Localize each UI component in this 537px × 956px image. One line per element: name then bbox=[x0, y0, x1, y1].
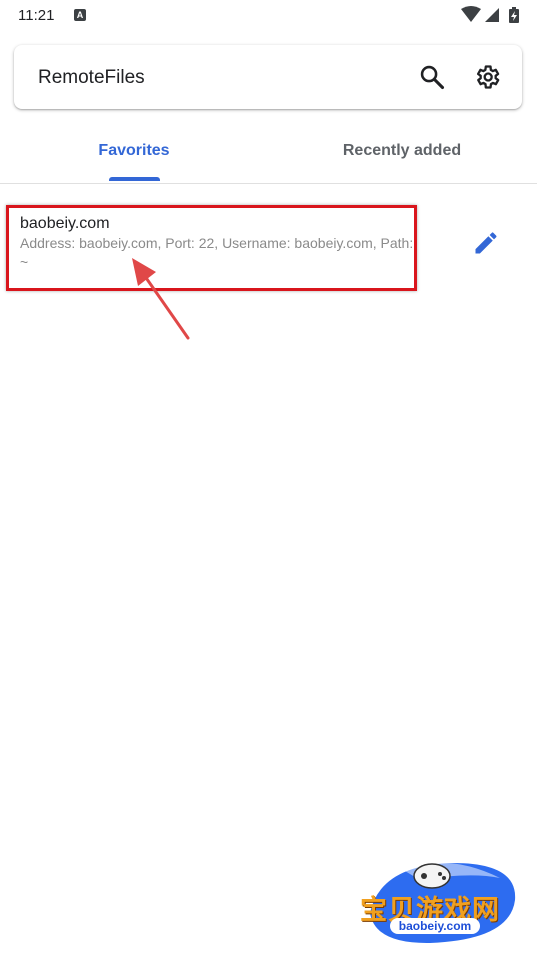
wifi-icon bbox=[461, 6, 481, 22]
edit-icon[interactable] bbox=[472, 229, 500, 257]
tab-recently-added[interactable]: Recently added bbox=[268, 122, 536, 182]
status-icons bbox=[461, 6, 519, 23]
tab-favorites[interactable]: Favorites bbox=[0, 122, 268, 182]
annotation-arrow bbox=[132, 258, 190, 340]
gamepad-icon bbox=[413, 863, 451, 889]
tab-indicator bbox=[109, 177, 160, 181]
app-bar: RemoteFiles bbox=[14, 45, 522, 109]
battery-icon bbox=[509, 7, 519, 23]
watermark-logo: 宝贝游戏网 baobeiy.com bbox=[360, 858, 520, 948]
signal-icon bbox=[485, 8, 499, 22]
app-title: RemoteFiles bbox=[38, 67, 145, 88]
watermark-url: baobeiy.com bbox=[390, 918, 480, 934]
status-time: 11:21 bbox=[18, 7, 55, 24]
status-bar: 11:21 A bbox=[0, 0, 537, 32]
highlight-box bbox=[6, 205, 417, 291]
gear-icon[interactable] bbox=[473, 63, 501, 91]
search-icon[interactable] bbox=[418, 63, 446, 91]
notification-icon: A bbox=[74, 9, 86, 21]
tab-bar: Favorites Recently added bbox=[0, 122, 537, 184]
